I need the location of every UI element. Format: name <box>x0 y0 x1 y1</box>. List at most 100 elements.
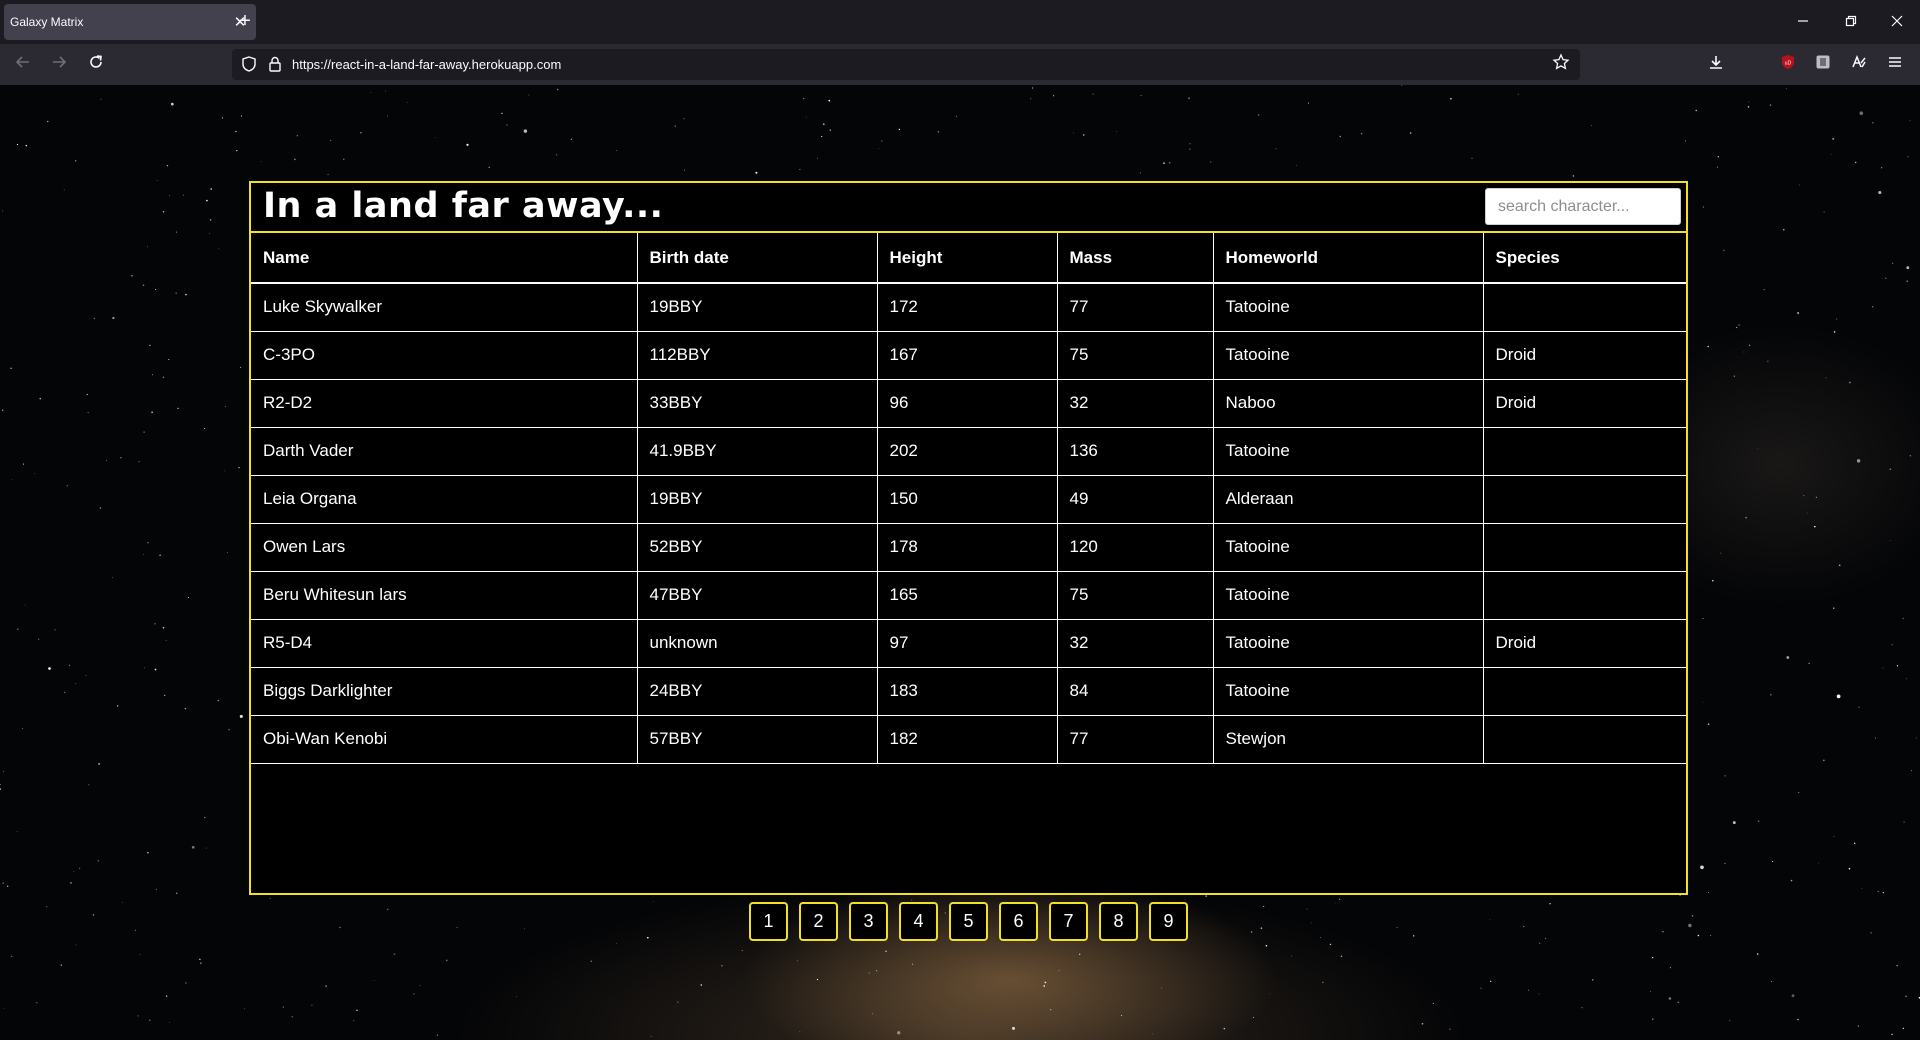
column-header-homeworld[interactable]: Homeworld <box>1212 233 1484 284</box>
column-header-height[interactable]: Height <box>876 233 1058 284</box>
lock-icon[interactable] <box>266 55 284 73</box>
cell-name: R2-D2 <box>251 378 638 428</box>
page-button-5[interactable]: 5 <box>949 902 988 941</box>
table-row[interactable]: R5-D4 unknown 97 32 Tatooine Droid <box>251 618 1686 668</box>
table-row[interactable]: Luke Skywalker 19BBY 172 77 Tatooine <box>251 282 1686 332</box>
cell-height: 165 <box>876 570 1058 620</box>
shield-icon[interactable] <box>240 55 258 73</box>
cell-height: 167 <box>876 330 1058 380</box>
table-row[interactable]: Leia Organa 19BBY 150 49 Alderaan <box>251 474 1686 524</box>
cell-mass: 49 <box>1056 474 1214 524</box>
cell-birth-date: 24BBY <box>636 666 878 716</box>
cell-species <box>1482 282 1686 332</box>
cell-birth-date: 112BBY <box>636 330 878 380</box>
ublock-extension-icon[interactable]: uD <box>1775 52 1801 78</box>
download-icon[interactable] <box>1703 52 1729 78</box>
restore-icon[interactable] <box>1839 10 1863 34</box>
cell-name: Beru Whitesun lars <box>251 570 638 620</box>
cell-homeworld: Alderaan <box>1212 474 1484 524</box>
new-tab-icon[interactable]: + <box>234 10 256 32</box>
cell-mass: 77 <box>1056 282 1214 332</box>
cell-homeworld: Tatooine <box>1212 282 1484 332</box>
cell-mass: 136 <box>1056 426 1214 476</box>
cell-species <box>1482 426 1686 476</box>
cell-species: Droid <box>1482 330 1686 380</box>
cell-height: 172 <box>876 282 1058 332</box>
extension-icon[interactable] <box>1810 52 1836 78</box>
back-arrow-icon[interactable] <box>10 52 36 78</box>
cell-birth-date: 57BBY <box>636 714 878 764</box>
star-bookmark-icon[interactable] <box>1552 53 1570 76</box>
cell-species: Droid <box>1482 618 1686 668</box>
column-header-species[interactable]: Species <box>1482 233 1686 284</box>
address-bar[interactable]: https://react-in-a-land-far-away.herokua… <box>232 49 1580 80</box>
browser-tab-bar: Galaxy Matrix ✕ + <box>0 0 1920 44</box>
characters-table: Name Birth date Height Mass Homeworld Sp… <box>251 233 1686 764</box>
table-row[interactable]: R2-D2 33BBY 96 32 Naboo Droid <box>251 378 1686 428</box>
cell-mass: 32 <box>1056 378 1214 428</box>
page-button-1[interactable]: 1 <box>749 902 788 941</box>
close-icon[interactable] <box>1885 10 1909 34</box>
column-header-mass[interactable]: Mass <box>1056 233 1214 284</box>
cell-species <box>1482 522 1686 572</box>
minimize-icon[interactable] <box>1791 10 1815 34</box>
panel-header: In a land far away... <box>251 183 1686 233</box>
cell-species <box>1482 474 1686 524</box>
reader-icon[interactable] <box>1846 52 1872 78</box>
page-button-9[interactable]: 9 <box>1149 902 1188 941</box>
page-button-4[interactable]: 4 <box>899 902 938 941</box>
cell-homeworld: Tatooine <box>1212 330 1484 380</box>
cell-mass: 77 <box>1056 714 1214 764</box>
cell-mass: 84 <box>1056 666 1214 716</box>
cell-name: Darth Vader <box>251 426 638 476</box>
forward-arrow-icon[interactable] <box>46 52 72 78</box>
table-row[interactable]: Owen Lars 52BBY 178 120 Tatooine <box>251 522 1686 572</box>
cell-height: 183 <box>876 666 1058 716</box>
app-title: In a land far away... <box>263 186 664 226</box>
cell-name: Luke Skywalker <box>251 282 638 332</box>
table-row[interactable]: C-3PO 112BBY 167 75 Tatooine Droid <box>251 330 1686 380</box>
cell-height: 178 <box>876 522 1058 572</box>
cell-name: Leia Organa <box>251 474 638 524</box>
page-button-6[interactable]: 6 <box>999 902 1038 941</box>
page-button-2[interactable]: 2 <box>799 902 838 941</box>
table-row[interactable]: Obi-Wan Kenobi 57BBY 182 77 Stewjon <box>251 714 1686 764</box>
cell-species <box>1482 570 1686 620</box>
cell-name: Owen Lars <box>251 522 638 572</box>
hamburger-menu-icon[interactable] <box>1882 52 1908 78</box>
cell-height: 96 <box>876 378 1058 428</box>
page-button-7[interactable]: 7 <box>1049 902 1088 941</box>
cell-name: Obi-Wan Kenobi <box>251 714 638 764</box>
cell-mass: 75 <box>1056 570 1214 620</box>
table-row[interactable]: Beru Whitesun lars 47BBY 165 75 Tatooine <box>251 570 1686 620</box>
column-header-name[interactable]: Name <box>251 233 638 284</box>
cell-species <box>1482 666 1686 716</box>
page-button-3[interactable]: 3 <box>849 902 888 941</box>
cell-height: 150 <box>876 474 1058 524</box>
cell-mass: 120 <box>1056 522 1214 572</box>
cell-birth-date: 33BBY <box>636 378 878 428</box>
cell-species <box>1482 714 1686 764</box>
cell-mass: 32 <box>1056 618 1214 668</box>
table-row[interactable]: Biggs Darklighter 24BBY 183 84 Tatooine <box>251 666 1686 716</box>
cell-height: 202 <box>876 426 1058 476</box>
svg-text:uD: uD <box>1785 61 1792 67</box>
search-input[interactable] <box>1485 188 1681 225</box>
column-header-birth-date[interactable]: Birth date <box>636 233 878 284</box>
reload-icon[interactable] <box>83 52 109 78</box>
cell-birth-date: 19BBY <box>636 474 878 524</box>
cell-name: R5-D4 <box>251 618 638 668</box>
browser-tab[interactable]: Galaxy Matrix ✕ <box>4 4 256 40</box>
url-text: https://react-in-a-land-far-away.herokua… <box>292 57 562 72</box>
cell-mass: 75 <box>1056 330 1214 380</box>
cell-homeworld: Tatooine <box>1212 426 1484 476</box>
cell-name: C-3PO <box>251 330 638 380</box>
table-row[interactable]: Darth Vader 41.9BBY 202 136 Tatooine <box>251 426 1686 476</box>
pagination: 123456789 <box>749 902 1188 941</box>
characters-panel: In a land far away... Name Birth date He… <box>249 181 1688 895</box>
page-button-8[interactable]: 8 <box>1099 902 1138 941</box>
table-body: Luke Skywalker 19BBY 172 77 Tatooine C-3PO 112… <box>251 282 1686 764</box>
cell-homeworld: Tatooine <box>1212 618 1484 668</box>
cell-birth-date: 47BBY <box>636 570 878 620</box>
cell-birth-date: 41.9BBY <box>636 426 878 476</box>
